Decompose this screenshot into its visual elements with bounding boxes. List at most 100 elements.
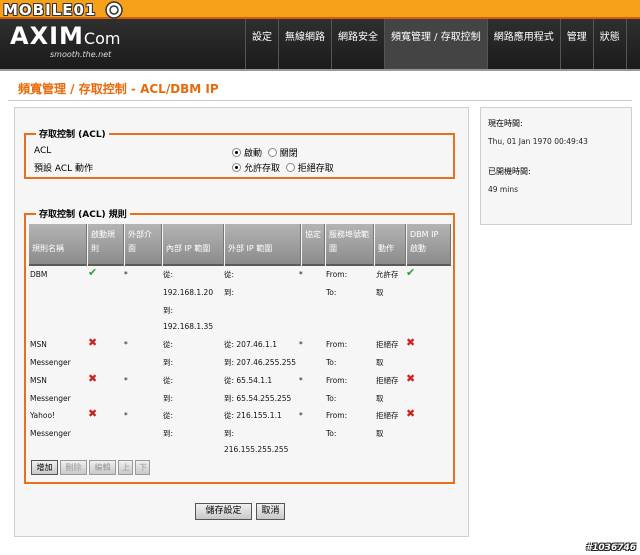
rule-name: MSN xyxy=(30,340,47,349)
action-value-cont: 取 xyxy=(376,288,384,297)
rule-name: DBM xyxy=(30,270,48,279)
external-to: 到: 65.54.255.255 xyxy=(224,394,292,403)
logo-com: Com xyxy=(83,29,121,48)
col-header-internal-ip: 內部 IP 範圍 xyxy=(163,224,224,266)
nav-setup[interactable]: 設定 xyxy=(245,19,278,69)
internal-from: 從: xyxy=(163,340,174,349)
header-divider xyxy=(0,69,640,71)
check-icon: ✔ xyxy=(88,266,98,279)
deny-access-radio[interactable] xyxy=(285,163,295,172)
external-from: 從: 216.155.1.1 xyxy=(224,411,282,420)
cross-icon: ✖ xyxy=(406,372,416,385)
logo-text: AXIM xyxy=(10,22,84,50)
acl-legend: 存取控制 (ACL) xyxy=(36,127,109,140)
watermark-bottom: #1036746 xyxy=(585,543,636,553)
external-from: 從: xyxy=(224,270,235,279)
interface-value: * xyxy=(124,411,128,420)
rule-name: MSN xyxy=(30,376,47,385)
cross-icon: ✖ xyxy=(406,407,416,420)
watermark-top: MOBILE01 xyxy=(3,1,97,19)
internal-from: 從: xyxy=(163,411,174,420)
protocol-value: * xyxy=(299,411,303,420)
protocol-value: * xyxy=(299,340,303,349)
axim-logo[interactable]: AXIMCom smooth.the.net xyxy=(10,23,120,59)
port-to: To: xyxy=(326,394,337,403)
rule-name-cont: Messenger xyxy=(30,394,71,403)
move-down-button[interactable]: 下 xyxy=(135,460,150,475)
deny-access-label: 拒絕存取 xyxy=(297,164,334,174)
action-value-cont: 取 xyxy=(376,358,384,367)
internal-from-label: 從: xyxy=(163,270,174,279)
action-value-cont: 取 xyxy=(376,429,384,438)
acl-disable-radio[interactable] xyxy=(267,148,277,157)
port-from: From: xyxy=(326,340,348,349)
protocol-value: * xyxy=(299,376,303,385)
internal-to: 到: xyxy=(163,394,174,403)
external-to: 到: 207.46.255.255 xyxy=(224,358,297,367)
nav-applications[interactable]: 網路應用程式 xyxy=(486,19,560,69)
default-action-label: 預設 ACL 動作 xyxy=(34,164,94,174)
rule-name: Yahoo! xyxy=(30,411,56,420)
cross-icon: ✖ xyxy=(88,336,98,349)
cancel-button[interactable]: 取消 xyxy=(256,503,285,520)
nav-wireless[interactable]: 無線網路 xyxy=(278,19,331,69)
allow-access-radio[interactable] xyxy=(232,163,241,172)
cross-icon: ✖ xyxy=(88,407,98,420)
delete-rule-button[interactable]: 刪除 xyxy=(60,460,87,475)
port-to: To: xyxy=(326,358,337,367)
col-header-protocol: 協定 xyxy=(302,224,325,266)
external-to-value: 216.155.255.255 xyxy=(224,445,289,454)
external-from: 從: 207.46.1.1 xyxy=(224,340,277,349)
save-settings-button[interactable]: 儲存設定 xyxy=(195,503,252,520)
action-value: 拒絕存 xyxy=(376,340,399,349)
cross-icon: ✖ xyxy=(88,372,98,385)
uptime-label: 已開機時間: xyxy=(488,167,531,176)
acl-enable-radio[interactable] xyxy=(232,148,241,157)
internal-to: 到: xyxy=(163,358,174,367)
internal-to-value: 192.168.1.35 xyxy=(163,322,214,331)
rule-name-cont: Messenger xyxy=(30,429,71,438)
nav-security[interactable]: 網路安全 xyxy=(331,19,384,69)
external-from: 從: 65.54.1.1 xyxy=(224,376,273,385)
acl-disable-label: 關閉 xyxy=(279,149,298,159)
action-value: 拒絕存 xyxy=(376,376,399,385)
col-header-enable: 啟動規則 xyxy=(88,224,124,266)
interface-value: * xyxy=(124,376,128,385)
nav-status[interactable]: 狀態 xyxy=(592,19,627,69)
logo-tagline: smooth.the.net xyxy=(50,50,112,59)
port-from: From: xyxy=(326,270,348,279)
internal-from-value: 192.168.1.20 xyxy=(163,288,214,297)
edit-rule-button[interactable]: 編輯 xyxy=(89,460,116,475)
col-header-interface: 外部介面 xyxy=(125,224,162,266)
action-value: 拒絕存 xyxy=(376,411,399,420)
allow-access-label: 允許存取 xyxy=(244,164,281,174)
cross-icon: ✖ xyxy=(406,336,416,349)
current-time-label: 現在時間: xyxy=(488,119,523,128)
port-from: From: xyxy=(326,376,348,385)
acl-enable-option[interactable]: 啟動 關閉 xyxy=(232,146,298,159)
interface-value: * xyxy=(124,270,128,279)
nav-bandwidth-access[interactable]: 頻寬管理 / 存取控制 xyxy=(384,19,487,69)
port-to: To: xyxy=(326,429,337,438)
current-time-value: Thu, 01 Jan 1970 00:49:43 xyxy=(488,137,588,146)
move-up-button[interactable]: 上 xyxy=(118,460,133,475)
col-header-external-ip: 外部 IP 範圍 xyxy=(225,224,301,266)
main-nav: 設定 無線網路 網路安全 頻寬管理 / 存取控制 網路應用程式 管理 狀態 xyxy=(245,19,627,69)
rules-legend: 存取控制 (ACL) 規則 xyxy=(36,207,130,220)
default-action-options[interactable]: 允許存取 拒絕存取 xyxy=(232,161,334,174)
col-header-action: 動作 xyxy=(375,224,406,266)
protocol-value: * xyxy=(299,270,303,279)
interface-value: * xyxy=(124,340,128,349)
action-value-cont: 取 xyxy=(376,394,384,403)
port-from: From: xyxy=(326,411,348,420)
internal-from: 從: xyxy=(163,376,174,385)
col-header-dbm-ip: DBM IP 啟動 xyxy=(407,224,451,266)
nav-admin[interactable]: 管理 xyxy=(559,19,593,69)
add-rule-button[interactable]: 增加 xyxy=(31,460,58,475)
status-panel: 現在時間: Thu, 01 Jan 1970 00:49:43 已開機時間: 4… xyxy=(480,107,632,225)
col-header-ports: 服務埠號範圍 xyxy=(326,224,374,266)
page-title: 頻寬管理 / 存取控制 - ACL/DBM IP xyxy=(18,82,219,96)
port-to: To: xyxy=(326,288,337,297)
watermark-logo-icon xyxy=(105,1,123,19)
uptime-value: 49 mins xyxy=(488,185,518,194)
